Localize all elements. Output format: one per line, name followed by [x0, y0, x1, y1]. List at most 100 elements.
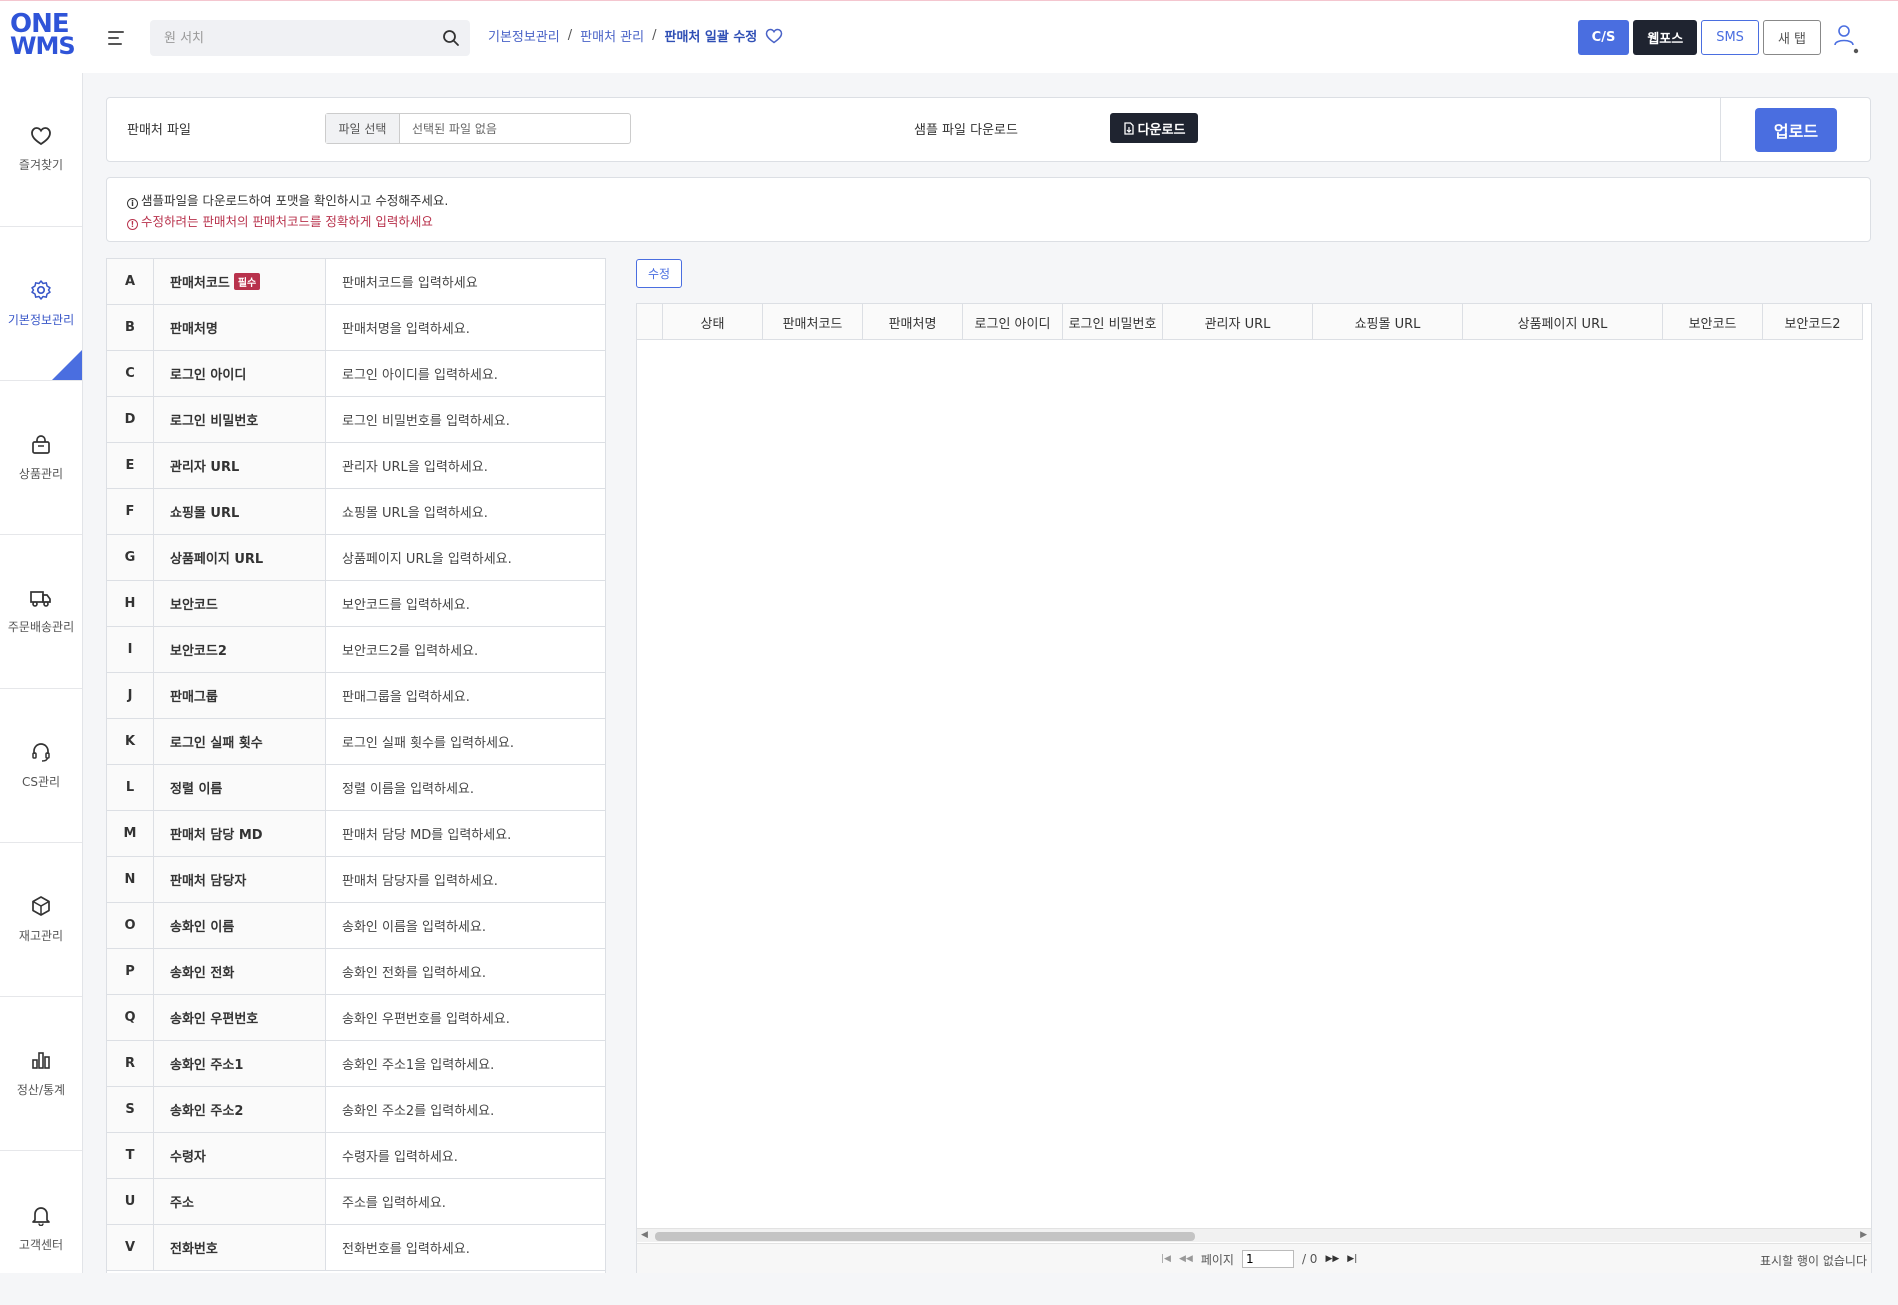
- next-page-icon[interactable]: ▶▶: [1325, 1254, 1339, 1264]
- prev-page-icon[interactable]: ◀◀: [1179, 1254, 1193, 1264]
- field-description: 송화인 주소1을 입력하세요.: [342, 1058, 495, 1073]
- sidebar-item-label: CS관리: [21, 775, 61, 789]
- breadcrumb-separator: /: [567, 28, 573, 43]
- table-row: D 로그인 비밀번호 로그인 비밀번호를 입력하세요.: [107, 397, 605, 443]
- field-name-cell: 전화번호: [154, 1225, 326, 1270]
- grid-header: 상태 판매처코드 판매처명 로그인 아이디 로그인 비밀번호 관리자 URL 쇼핑몰 URL…: [637, 304, 1863, 340]
- grid-column-header[interactable]: [637, 304, 663, 340]
- truck-icon: [30, 591, 51, 607]
- field-description: 판매처코드를 입력하세요: [342, 276, 478, 291]
- table-row: E 관리자 URL 관리자 URL을 입력하세요.: [107, 443, 605, 489]
- webpos-button[interactable]: 웹포스: [1633, 20, 1698, 55]
- sidebar-item-label: 재고관리: [18, 929, 64, 943]
- field-description: 송화인 우편번호를 입력하세요.: [342, 1012, 510, 1027]
- scrollbar-thumb[interactable]: [655, 1232, 1195, 1241]
- field-description: 관리자 URL을 입력하세요.: [342, 460, 488, 475]
- field-name-cell: 로그인 비밀번호: [154, 397, 326, 442]
- field-name: 판매처 담당 MD: [170, 828, 263, 843]
- field-name: 판매처 담당자: [170, 874, 247, 889]
- column-letter: C: [107, 351, 154, 396]
- favorite-heart-icon[interactable]: [765, 28, 783, 44]
- user-profile-icon[interactable]: [1832, 21, 1860, 55]
- heart-icon: [31, 127, 51, 146]
- field-name-cell: 판매처명: [154, 305, 326, 350]
- page-total: / 0: [1301, 1252, 1318, 1266]
- horizontal-scrollbar[interactable]: ◀ ▶: [637, 1228, 1871, 1242]
- table-row: U 주소 주소를 입력하세요.: [107, 1179, 605, 1225]
- field-name-cell: 송화인 우편번호: [154, 995, 326, 1040]
- field-name-cell: 송화인 이름: [154, 903, 326, 948]
- field-description: 판매처 담당자를 입력하세요.: [342, 874, 498, 889]
- sidebar-item-orders[interactable]: 주문배송관리: [0, 535, 82, 689]
- file-input[interactable]: 파일 선택 선택된 파일 없음: [325, 113, 631, 144]
- scroll-right-icon[interactable]: ▶: [1860, 1230, 1867, 1240]
- breadcrumb: 기본정보관리 / 판매처 관리 / 판매처 일괄 수정: [488, 26, 783, 45]
- field-description: 판매처명을 입력하세요.: [342, 322, 470, 337]
- field-name-cell: 상품페이지 URL: [154, 535, 326, 580]
- breadcrumb-item-basic-info[interactable]: 기본정보관리: [488, 26, 560, 45]
- grid-column-header[interactable]: 상태: [663, 304, 763, 340]
- field-name: 송화인 전화: [170, 966, 235, 981]
- download-button[interactable]: 다운로드: [1110, 113, 1198, 143]
- first-page-icon[interactable]: |◀: [1161, 1254, 1171, 1264]
- table-row: L 정렬 이름 정렬 이름을 입력하세요.: [107, 765, 605, 811]
- table-row: I 보안코드2 보안코드2를 입력하세요.: [107, 627, 605, 673]
- sidebar-item-support[interactable]: 고객센터: [0, 1151, 82, 1305]
- upload-button[interactable]: 업로드: [1755, 108, 1837, 152]
- field-name-cell: 로그인 아이디: [154, 351, 326, 396]
- sidebar-item-inventory[interactable]: 재고관리: [0, 843, 82, 997]
- page-input[interactable]: [1241, 1250, 1294, 1268]
- logo-line2: WMS: [10, 32, 76, 60]
- selected-file-text: 선택된 파일 없음: [412, 122, 497, 136]
- sidebar-item-basic-info[interactable]: 기본정보관리: [0, 227, 82, 381]
- data-grid: 상태 판매처코드 판매처명 로그인 아이디 로그인 비밀번호 관리자 URL 쇼핑몰 URL…: [636, 303, 1872, 1273]
- search-input[interactable]: [150, 20, 430, 56]
- grid-column-header[interactable]: 보안코드: [1663, 304, 1763, 340]
- field-name-cell: 보안코드: [154, 581, 326, 626]
- search-icon[interactable]: [442, 29, 460, 47]
- required-badge: 필수: [233, 273, 261, 290]
- column-letter: O: [107, 903, 154, 948]
- top-button-group: C/S 웹포스 SMS 새 탭: [1577, 20, 1821, 55]
- scroll-left-icon[interactable]: ◀: [641, 1230, 648, 1240]
- sidebar-item-label: 고객센터: [18, 1237, 64, 1252]
- last-page-icon[interactable]: ▶|: [1347, 1254, 1357, 1264]
- field-description: 송화인 주소2를 입력하세요.: [342, 1104, 495, 1119]
- sidebar-item-statistics[interactable]: 정산/통계: [0, 997, 82, 1151]
- sidebar-item-products[interactable]: 상품관리: [0, 381, 82, 535]
- grid-column-header[interactable]: 쇼핑몰 URL: [1313, 304, 1463, 340]
- grid-column-header[interactable]: 로그인 아이디: [963, 304, 1063, 340]
- column-letter: G: [107, 535, 154, 580]
- grid-column-header[interactable]: 보안코드2: [1763, 304, 1863, 340]
- sample-download-label: 샘플 파일 다운로드: [914, 123, 1018, 138]
- grid-column-header[interactable]: 로그인 비밀번호: [1063, 304, 1163, 340]
- column-letter: A: [107, 259, 154, 304]
- cs-button[interactable]: C/S: [1577, 20, 1630, 55]
- grid-column-header[interactable]: 상품페이지 URL: [1463, 304, 1663, 340]
- menu-toggle-icon[interactable]: [108, 31, 124, 45]
- edit-button[interactable]: 수정: [636, 259, 682, 288]
- bag-icon: [32, 435, 50, 454]
- sidebar-item-cs[interactable]: CS관리: [0, 689, 82, 843]
- app-logo[interactable]: ONE WMS: [10, 11, 76, 61]
- new-tab-button[interactable]: 새 탭: [1762, 20, 1821, 55]
- table-row: K 로그인 실패 횟수 로그인 실패 횟수를 입력하세요.: [107, 719, 605, 765]
- grid-column-header[interactable]: 판매처명: [863, 304, 963, 340]
- field-name: 쇼핑몰 URL: [170, 506, 240, 521]
- table-row: O 송화인 이름 송화인 이름을 입력하세요.: [107, 903, 605, 949]
- sms-button[interactable]: SMS: [1701, 20, 1759, 55]
- file-download-icon: [1123, 121, 1134, 135]
- column-letter: P: [107, 949, 154, 994]
- column-letter: N: [107, 857, 154, 902]
- bar-chart-icon: [32, 1052, 50, 1069]
- field-description: 송화인 이름을 입력하세요.: [342, 920, 486, 935]
- field-name-cell: 쇼핑몰 URL: [154, 489, 326, 534]
- field-name-cell: 판매처 담당 MD: [154, 811, 326, 856]
- grid-column-header[interactable]: 판매처코드: [763, 304, 863, 340]
- sidebar-item-label: 상품관리: [18, 467, 64, 481]
- breadcrumb-item-seller-mgmt[interactable]: 판매처 관리: [580, 26, 644, 45]
- choose-file-button[interactable]: 파일 선택: [326, 114, 400, 143]
- table-row: T 수령자 수령자를 입력하세요.: [107, 1133, 605, 1179]
- grid-column-header[interactable]: 관리자 URL: [1163, 304, 1313, 340]
- sidebar-item-favorites[interactable]: 즐겨찾기: [0, 73, 82, 227]
